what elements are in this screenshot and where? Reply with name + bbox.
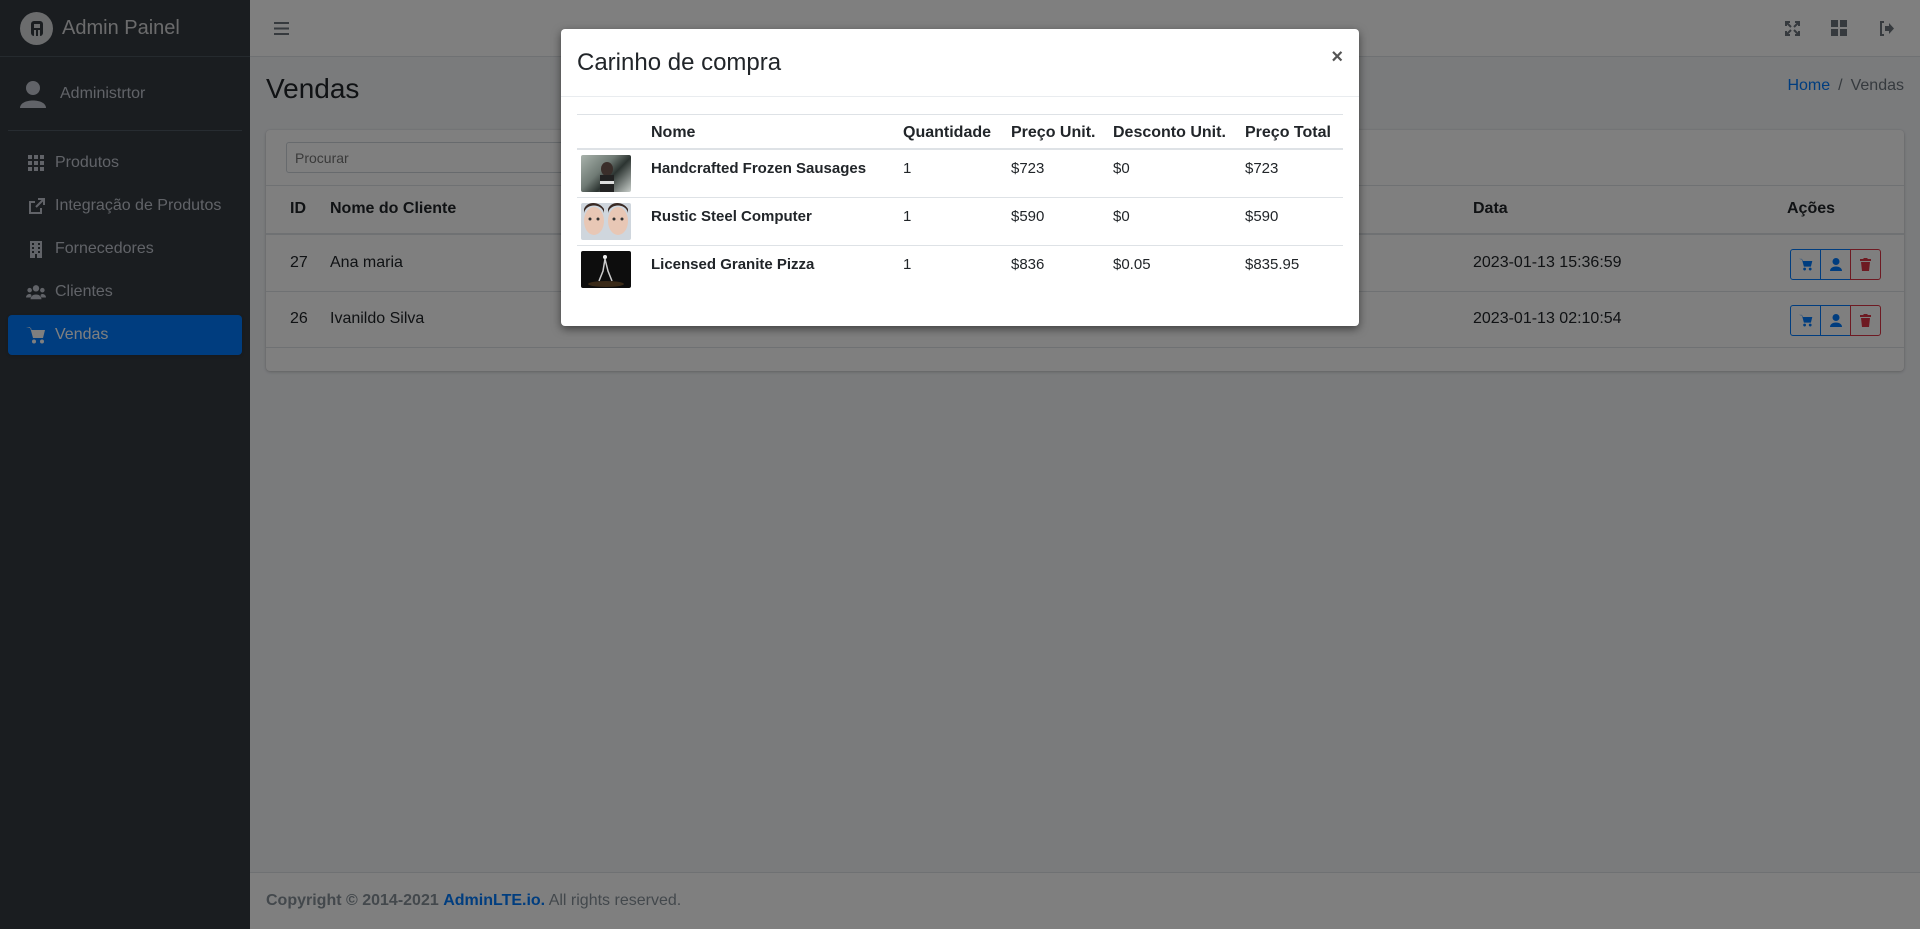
close-icon[interactable]: × bbox=[1331, 46, 1343, 69]
item-name: Licensed Granite Pizza bbox=[651, 256, 815, 273]
product-image bbox=[581, 251, 631, 288]
item-unit-price: $836 bbox=[1011, 256, 1045, 273]
item-unit-discount: $0 bbox=[1113, 160, 1130, 177]
cart-modal: Carinho de compra × Nome Quantidade Preç… bbox=[561, 29, 1359, 326]
column-header-qty: Quantidade bbox=[903, 124, 992, 141]
item-unit-price: $590 bbox=[1011, 208, 1045, 225]
cart-table: Nome Quantidade Preço Unit. Desconto Uni… bbox=[577, 114, 1343, 294]
item-total: $835.95 bbox=[1245, 256, 1300, 273]
item-unit-price: $723 bbox=[1011, 160, 1045, 177]
item-name: Rustic Steel Computer bbox=[651, 208, 812, 225]
column-header-unit-price: Preço Unit. bbox=[1011, 124, 1096, 141]
column-header-name: Nome bbox=[651, 124, 696, 141]
modal-title: Carinho de compra bbox=[577, 49, 782, 76]
modal-header: Carinho de compra × bbox=[561, 29, 1359, 97]
item-unit-discount: $0 bbox=[1113, 208, 1130, 225]
cart-row: Handcrafted Frozen Sausages 1 $723 $0 $7… bbox=[577, 150, 1343, 198]
item-name: Handcrafted Frozen Sausages bbox=[651, 160, 867, 177]
column-header-total: Preço Total bbox=[1245, 124, 1331, 141]
item-qty: 1 bbox=[903, 256, 912, 273]
product-image bbox=[581, 203, 631, 240]
item-qty: 1 bbox=[903, 208, 912, 225]
cart-row: Rustic Steel Computer 1 $590 $0 $590 bbox=[577, 198, 1343, 246]
item-total: $723 bbox=[1245, 160, 1279, 177]
item-unit-discount: $0.05 bbox=[1113, 256, 1151, 273]
cart-table-header: Nome Quantidade Preço Unit. Desconto Uni… bbox=[577, 114, 1343, 150]
product-image bbox=[581, 155, 631, 192]
column-header-unit-discount: Desconto Unit. bbox=[1113, 124, 1226, 141]
cart-row: Licensed Granite Pizza 1 $836 $0.05 $835… bbox=[577, 246, 1343, 294]
item-total: $590 bbox=[1245, 208, 1279, 225]
item-qty: 1 bbox=[903, 160, 912, 177]
